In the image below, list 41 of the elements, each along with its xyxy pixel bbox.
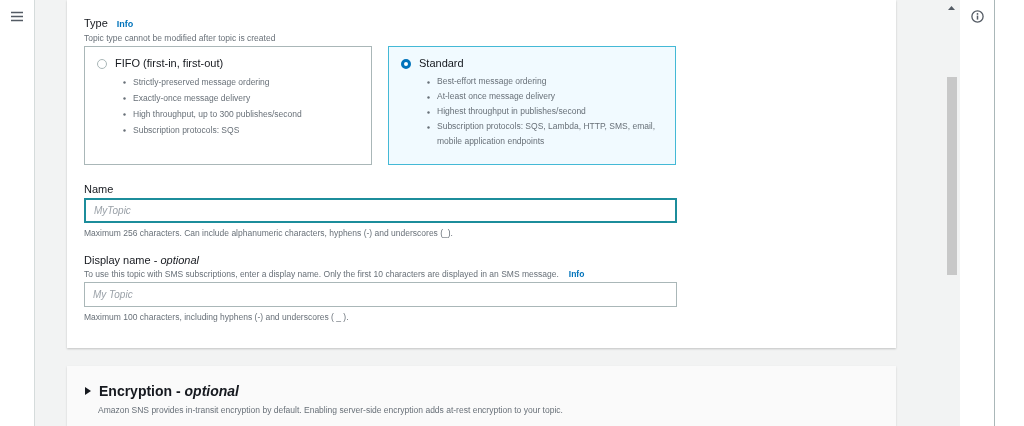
feature-text: Strictly-preserved message ordering — [133, 76, 270, 89]
bullet-icon — [123, 129, 126, 132]
field-description: To use this topic with SMS subscriptions, enter a display name. Only the first 10 characters are displayed in an SMS message. — [84, 269, 559, 279]
bullet-icon — [427, 81, 430, 84]
feature-text: Highest throughput in publishes/second — [437, 105, 586, 118]
bullet-icon — [123, 97, 126, 100]
option-title: Standard — [419, 57, 465, 69]
topic-type-option[interactable]: FIFO (first-in, first-out) Strictly-preserved message ordering Exactly-once message delivery High throughput, up to 300 publishes/second Subscription protocols: SQS — [84, 46, 372, 165]
bullet-icon — [427, 126, 430, 129]
section-label: Type — [84, 17, 108, 29]
bullet-icon — [427, 111, 430, 114]
field-label: Name — [84, 183, 115, 195]
text-input-field[interactable]: My Topic — [84, 282, 677, 307]
section-title[interactable]: Encryption - optional — [99, 383, 239, 399]
feature-text: At-least once message delivery — [437, 90, 556, 103]
section-description: Amazon SNS provides in-transit encryption by default. Enabling server-side encryption adds at-rest encryption to your topic. — [98, 405, 564, 415]
field-label: Display name - optional — [84, 254, 200, 266]
bullet-icon — [427, 96, 430, 99]
topic-type-option[interactable]: Standard Best-effort message ordering At-least once message delivery Highest throughput in publishes/second Subscription protocols: SQS, Lambda, HTTP, SMS, email, mobile application endpoints — [388, 46, 676, 165]
scroll-up-icon[interactable] — [948, 6, 955, 10]
feature-text: Best-effort message ordering — [437, 75, 547, 88]
info-link[interactable]: Info — [568, 269, 585, 279]
field-help-text: Maximum 100 characters, including hyphens (-) and underscores ( _ ). — [84, 312, 350, 322]
bullet-icon — [123, 81, 126, 84]
section-description: Topic type cannot be modified after topic is created — [84, 33, 277, 43]
text-input-field[interactable]: MyTopic — [84, 198, 677, 223]
feature-text: Exactly-once message delivery — [133, 92, 251, 105]
bullet-icon — [123, 113, 126, 116]
info-icon[interactable] — [970, 10, 984, 23]
menu-icon[interactable] — [11, 11, 23, 22]
feature-text: High throughput, up to 300 publishes/second — [133, 108, 302, 121]
option-title: FIFO (first-in, first-out) — [115, 57, 225, 69]
info-link[interactable]: Info — [116, 19, 134, 29]
scrollbar-thumb[interactable] — [947, 77, 957, 275]
radio-button[interactable] — [401, 59, 411, 69]
scrollbar[interactable] — [944, 0, 960, 426]
feature-text: Subscription protocols: SQS, Lambda, HTTP, SMS, email, mobile application endpoints — [437, 120, 657, 148]
radio-button[interactable] — [97, 59, 107, 69]
caret-icon[interactable] — [84, 387, 92, 395]
field-help-text: Maximum 256 characters. Can include alphanumeric characters, hyphens (-) and underscores (_). — [84, 228, 454, 238]
feature-text: Subscription protocols: SQS — [133, 124, 240, 137]
